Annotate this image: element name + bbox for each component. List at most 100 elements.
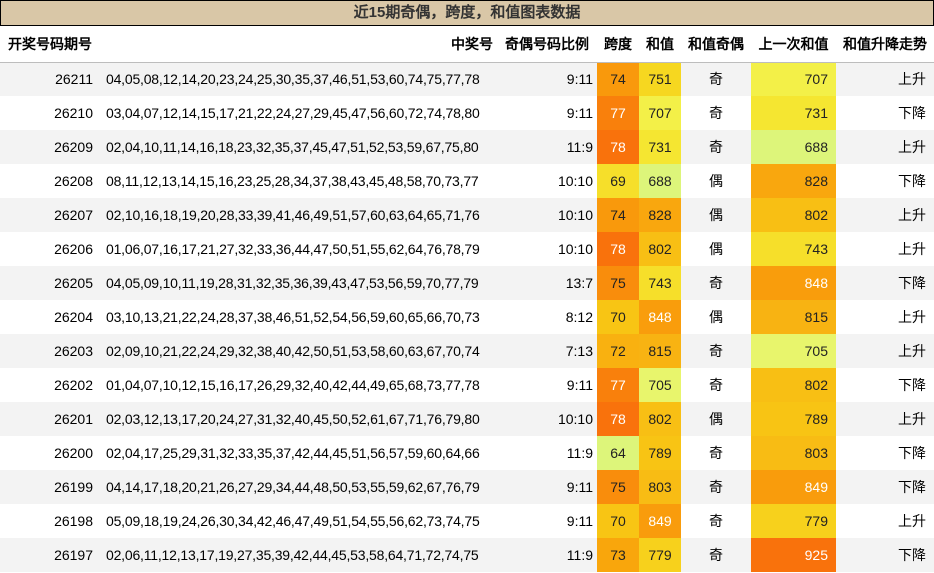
cell-ratio: 10:10	[497, 232, 597, 266]
cell-numbers: 03,04,07,12,14,15,17,21,22,24,27,29,45,4…	[97, 96, 497, 130]
table-row: 26206 01,06,07,16,17,21,27,32,33,36,44,47…	[0, 232, 934, 266]
cell-numbers: 05,09,18,19,24,26,30,34,42,46,47,49,51,5…	[97, 504, 497, 538]
table-title: 近15期奇偶，跨度，和值图表数据	[0, 0, 934, 26]
table-row: 26198 05,09,18,19,24,26,30,34,42,46,47,49…	[0, 504, 934, 538]
cell-span: 74	[597, 62, 639, 96]
cell-numbers: 08,11,12,13,14,15,16,23,25,28,34,37,38,4…	[97, 164, 497, 198]
cell-span: 70	[597, 300, 639, 334]
cell-span: 78	[597, 130, 639, 164]
cell-sum-parity: 偶	[681, 402, 751, 436]
cell-sum: 815	[639, 334, 681, 368]
table-row: 26203 02,09,10,21,22,24,29,32,38,40,42,50…	[0, 334, 934, 368]
cell-numbers: 02,04,17,25,29,31,32,33,35,37,42,44,45,5…	[97, 436, 497, 470]
cell-numbers: 04,05,09,10,11,19,28,31,32,35,36,39,43,4…	[97, 266, 497, 300]
cell-sum: 705	[639, 368, 681, 402]
cell-sum-parity: 偶	[681, 164, 751, 198]
cell-numbers: 02,03,12,13,17,20,24,27,31,32,40,45,50,5…	[97, 402, 497, 436]
cell-span: 64	[597, 436, 639, 470]
cell-trend: 下降	[836, 470, 934, 504]
table-body: 26211 04,05,08,12,14,20,23,24,25,30,35,37…	[0, 62, 934, 572]
cell-trend: 上升	[836, 232, 934, 266]
table-row: 26202 01,04,07,10,12,15,16,17,26,29,32,40…	[0, 368, 934, 402]
table-row: 26197 02,06,11,12,13,17,19,27,35,39,42,44…	[0, 538, 934, 572]
cell-trend: 上升	[836, 300, 934, 334]
table-row: 26211 04,05,08,12,14,20,23,24,25,30,35,37…	[0, 62, 934, 96]
cell-numbers: 04,14,17,18,20,21,26,27,29,34,44,48,50,5…	[97, 470, 497, 504]
cell-sum-parity: 奇	[681, 538, 751, 572]
table-row: 26199 04,14,17,18,20,21,26,27,29,34,44,48…	[0, 470, 934, 504]
cell-span: 72	[597, 334, 639, 368]
cell-prev-sum: 743	[751, 232, 836, 266]
table-row: 26200 02,04,17,25,29,31,32,33,35,37,42,44…	[0, 436, 934, 470]
header-numbers: 中奖号	[97, 26, 497, 63]
cell-span: 73	[597, 538, 639, 572]
cell-ratio: 9:11	[497, 368, 597, 402]
cell-trend: 上升	[836, 62, 934, 96]
cell-issue: 26201	[0, 402, 97, 436]
cell-sum-parity: 奇	[681, 470, 751, 504]
cell-sum-parity: 奇	[681, 504, 751, 538]
cell-issue: 26211	[0, 62, 97, 96]
cell-prev-sum: 849	[751, 470, 836, 504]
cell-sum-parity: 偶	[681, 232, 751, 266]
cell-numbers: 04,05,08,12,14,20,23,24,25,30,35,37,46,5…	[97, 62, 497, 96]
cell-issue: 26197	[0, 538, 97, 572]
cell-span: 74	[597, 198, 639, 232]
cell-numbers: 02,10,16,18,19,20,28,33,39,41,46,49,51,5…	[97, 198, 497, 232]
cell-ratio: 10:10	[497, 164, 597, 198]
cell-sum: 848	[639, 300, 681, 334]
cell-issue: 26209	[0, 130, 97, 164]
cell-sum: 707	[639, 96, 681, 130]
cell-sum: 802	[639, 232, 681, 266]
cell-issue: 26210	[0, 96, 97, 130]
cell-numbers: 02,06,11,12,13,17,19,27,35,39,42,44,45,5…	[97, 538, 497, 572]
cell-span: 75	[597, 470, 639, 504]
cell-numbers: 03,10,13,21,22,24,28,37,38,46,51,52,54,5…	[97, 300, 497, 334]
cell-prev-sum: 707	[751, 62, 836, 96]
cell-trend: 下降	[836, 266, 934, 300]
cell-ratio: 9:11	[497, 96, 597, 130]
cell-sum-parity: 奇	[681, 62, 751, 96]
cell-trend: 下降	[836, 538, 934, 572]
cell-span: 78	[597, 402, 639, 436]
cell-issue: 26203	[0, 334, 97, 368]
table-row: 26209 02,04,10,11,14,16,18,23,32,35,37,45…	[0, 130, 934, 164]
cell-prev-sum: 925	[751, 538, 836, 572]
cell-trend: 上升	[836, 504, 934, 538]
cell-sum: 849	[639, 504, 681, 538]
cell-sum-parity: 奇	[681, 130, 751, 164]
cell-trend: 下降	[836, 368, 934, 402]
cell-prev-sum: 779	[751, 504, 836, 538]
cell-prev-sum: 705	[751, 334, 836, 368]
cell-trend: 下降	[836, 436, 934, 470]
table-row: 26207 02,10,16,18,19,20,28,33,39,41,46,49…	[0, 198, 934, 232]
cell-prev-sum: 731	[751, 96, 836, 130]
cell-trend: 下降	[836, 96, 934, 130]
cell-numbers: 02,04,10,11,14,16,18,23,32,35,37,45,47,5…	[97, 130, 497, 164]
cell-ratio: 11:9	[497, 130, 597, 164]
table-header-row: 开奖号码期号 中奖号 奇偶号码比例 跨度 和值 和值奇偶 上一次和值 和值升降走…	[0, 26, 934, 63]
header-trend: 和值升降走势	[836, 26, 934, 63]
cell-sum-parity: 奇	[681, 368, 751, 402]
cell-sum-parity: 奇	[681, 334, 751, 368]
table-row: 26205 04,05,09,10,11,19,28,31,32,35,36,39…	[0, 266, 934, 300]
cell-numbers: 01,04,07,10,12,15,16,17,26,29,32,40,42,4…	[97, 368, 497, 402]
cell-sum: 803	[639, 470, 681, 504]
cell-prev-sum: 688	[751, 130, 836, 164]
table-row: 26208 08,11,12,13,14,15,16,23,25,28,34,37…	[0, 164, 934, 198]
cell-trend: 上升	[836, 198, 934, 232]
cell-sum-parity: 偶	[681, 300, 751, 334]
lottery-data-table: 开奖号码期号 中奖号 奇偶号码比例 跨度 和值 和值奇偶 上一次和值 和值升降走…	[0, 26, 934, 572]
cell-sum-parity: 奇	[681, 266, 751, 300]
cell-sum: 802	[639, 402, 681, 436]
header-sum: 和值	[639, 26, 681, 63]
cell-prev-sum: 789	[751, 402, 836, 436]
cell-ratio: 8:12	[497, 300, 597, 334]
cell-issue: 26199	[0, 470, 97, 504]
cell-sum: 779	[639, 538, 681, 572]
cell-span: 70	[597, 504, 639, 538]
cell-sum: 751	[639, 62, 681, 96]
cell-trend: 下降	[836, 164, 934, 198]
cell-issue: 26206	[0, 232, 97, 266]
cell-sum-parity: 奇	[681, 96, 751, 130]
